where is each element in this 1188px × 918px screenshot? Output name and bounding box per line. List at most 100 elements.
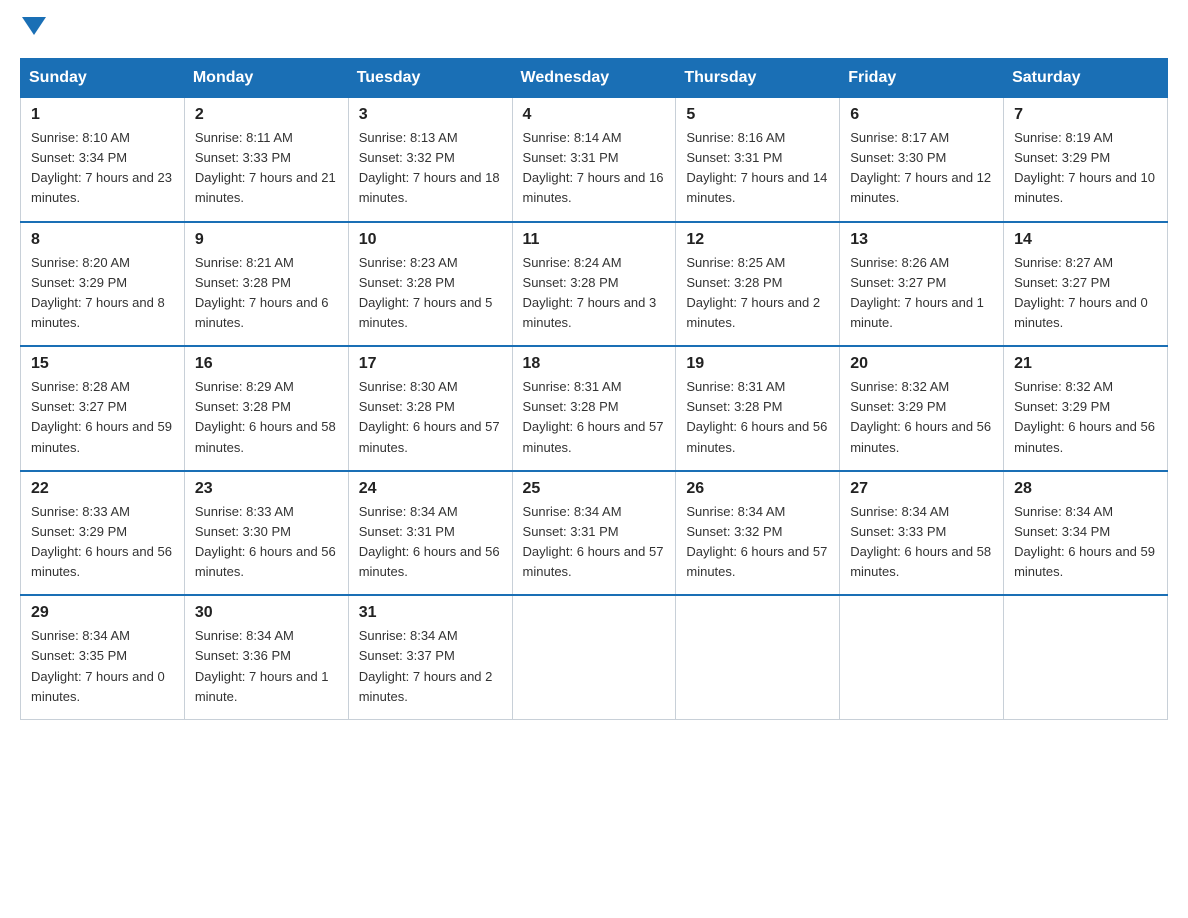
days-of-week-row: SundayMondayTuesdayWednesdayThursdayFrid… <box>21 59 1168 98</box>
day-info: Sunrise: 8:34 AMSunset: 3:33 PMDaylight:… <box>850 504 991 579</box>
day-number: 16 <box>195 355 338 373</box>
day-info: Sunrise: 8:28 AMSunset: 3:27 PMDaylight:… <box>31 379 172 454</box>
calendar-header: SundayMondayTuesdayWednesdayThursdayFrid… <box>21 59 1168 98</box>
day-number: 8 <box>31 231 174 249</box>
calendar-day-cell: 20 Sunrise: 8:32 AMSunset: 3:29 PMDaylig… <box>840 346 1004 471</box>
day-info: Sunrise: 8:24 AMSunset: 3:28 PMDaylight:… <box>523 255 657 330</box>
day-number: 26 <box>686 480 829 498</box>
day-number: 24 <box>359 480 502 498</box>
day-info: Sunrise: 8:31 AMSunset: 3:28 PMDaylight:… <box>523 379 664 454</box>
calendar-week-row: 1 Sunrise: 8:10 AMSunset: 3:34 PMDayligh… <box>21 98 1168 222</box>
day-number: 13 <box>850 231 993 249</box>
day-info: Sunrise: 8:26 AMSunset: 3:27 PMDaylight:… <box>850 255 984 330</box>
day-number: 25 <box>523 480 666 498</box>
day-info: Sunrise: 8:31 AMSunset: 3:28 PMDaylight:… <box>686 379 827 454</box>
day-number: 29 <box>31 604 174 622</box>
calendar-day-cell: 31 Sunrise: 8:34 AMSunset: 3:37 PMDaylig… <box>348 595 512 719</box>
day-number: 20 <box>850 355 993 373</box>
calendar-day-cell: 26 Sunrise: 8:34 AMSunset: 3:32 PMDaylig… <box>676 471 840 596</box>
day-info: Sunrise: 8:20 AMSunset: 3:29 PMDaylight:… <box>31 255 165 330</box>
calendar-day-cell: 6 Sunrise: 8:17 AMSunset: 3:30 PMDayligh… <box>840 98 1004 222</box>
day-info: Sunrise: 8:34 AMSunset: 3:31 PMDaylight:… <box>523 504 664 579</box>
day-info: Sunrise: 8:34 AMSunset: 3:32 PMDaylight:… <box>686 504 827 579</box>
calendar-day-cell: 21 Sunrise: 8:32 AMSunset: 3:29 PMDaylig… <box>1004 346 1168 471</box>
calendar-day-cell: 18 Sunrise: 8:31 AMSunset: 3:28 PMDaylig… <box>512 346 676 471</box>
day-number: 28 <box>1014 480 1157 498</box>
calendar-day-cell: 5 Sunrise: 8:16 AMSunset: 3:31 PMDayligh… <box>676 98 840 222</box>
day-number: 10 <box>359 231 502 249</box>
day-info: Sunrise: 8:11 AMSunset: 3:33 PMDaylight:… <box>195 130 336 205</box>
day-info: Sunrise: 8:32 AMSunset: 3:29 PMDaylight:… <box>1014 379 1155 454</box>
day-info: Sunrise: 8:33 AMSunset: 3:29 PMDaylight:… <box>31 504 172 579</box>
calendar-day-cell: 17 Sunrise: 8:30 AMSunset: 3:28 PMDaylig… <box>348 346 512 471</box>
day-number: 7 <box>1014 106 1157 124</box>
calendar-day-cell: 16 Sunrise: 8:29 AMSunset: 3:28 PMDaylig… <box>184 346 348 471</box>
calendar-day-cell: 23 Sunrise: 8:33 AMSunset: 3:30 PMDaylig… <box>184 471 348 596</box>
day-number: 21 <box>1014 355 1157 373</box>
day-of-week-header: Sunday <box>21 59 185 98</box>
calendar-day-cell <box>512 595 676 719</box>
calendar-day-cell: 8 Sunrise: 8:20 AMSunset: 3:29 PMDayligh… <box>21 222 185 347</box>
day-number: 19 <box>686 355 829 373</box>
day-info: Sunrise: 8:19 AMSunset: 3:29 PMDaylight:… <box>1014 130 1155 205</box>
day-info: Sunrise: 8:34 AMSunset: 3:34 PMDaylight:… <box>1014 504 1155 579</box>
calendar-day-cell: 3 Sunrise: 8:13 AMSunset: 3:32 PMDayligh… <box>348 98 512 222</box>
day-number: 9 <box>195 231 338 249</box>
day-number: 27 <box>850 480 993 498</box>
calendar-day-cell: 11 Sunrise: 8:24 AMSunset: 3:28 PMDaylig… <box>512 222 676 347</box>
day-info: Sunrise: 8:34 AMSunset: 3:36 PMDaylight:… <box>195 628 329 703</box>
day-info: Sunrise: 8:34 AMSunset: 3:35 PMDaylight:… <box>31 628 165 703</box>
calendar-table: SundayMondayTuesdayWednesdayThursdayFrid… <box>20 58 1168 720</box>
day-number: 17 <box>359 355 502 373</box>
calendar-body: 1 Sunrise: 8:10 AMSunset: 3:34 PMDayligh… <box>21 98 1168 720</box>
calendar-day-cell <box>676 595 840 719</box>
day-of-week-header: Tuesday <box>348 59 512 98</box>
day-number: 3 <box>359 106 502 124</box>
calendar-day-cell: 4 Sunrise: 8:14 AMSunset: 3:31 PMDayligh… <box>512 98 676 222</box>
calendar-day-cell: 15 Sunrise: 8:28 AMSunset: 3:27 PMDaylig… <box>21 346 185 471</box>
day-info: Sunrise: 8:32 AMSunset: 3:29 PMDaylight:… <box>850 379 991 454</box>
day-number: 23 <box>195 480 338 498</box>
calendar-week-row: 29 Sunrise: 8:34 AMSunset: 3:35 PMDaylig… <box>21 595 1168 719</box>
day-info: Sunrise: 8:27 AMSunset: 3:27 PMDaylight:… <box>1014 255 1148 330</box>
calendar-day-cell: 27 Sunrise: 8:34 AMSunset: 3:33 PMDaylig… <box>840 471 1004 596</box>
calendar-week-row: 8 Sunrise: 8:20 AMSunset: 3:29 PMDayligh… <box>21 222 1168 347</box>
day-of-week-header: Saturday <box>1004 59 1168 98</box>
calendar-week-row: 22 Sunrise: 8:33 AMSunset: 3:29 PMDaylig… <box>21 471 1168 596</box>
logo-triangle-icon <box>22 17 46 35</box>
day-number: 11 <box>523 231 666 249</box>
day-number: 5 <box>686 106 829 124</box>
day-info: Sunrise: 8:25 AMSunset: 3:28 PMDaylight:… <box>686 255 820 330</box>
calendar-day-cell: 14 Sunrise: 8:27 AMSunset: 3:27 PMDaylig… <box>1004 222 1168 347</box>
day-of-week-header: Wednesday <box>512 59 676 98</box>
calendar-day-cell <box>840 595 1004 719</box>
day-number: 14 <box>1014 231 1157 249</box>
day-info: Sunrise: 8:10 AMSunset: 3:34 PMDaylight:… <box>31 130 172 205</box>
day-number: 4 <box>523 106 666 124</box>
calendar-day-cell <box>1004 595 1168 719</box>
day-number: 31 <box>359 604 502 622</box>
day-number: 15 <box>31 355 174 373</box>
day-info: Sunrise: 8:17 AMSunset: 3:30 PMDaylight:… <box>850 130 991 205</box>
day-of-week-header: Friday <box>840 59 1004 98</box>
calendar-day-cell: 7 Sunrise: 8:19 AMSunset: 3:29 PMDayligh… <box>1004 98 1168 222</box>
day-info: Sunrise: 8:29 AMSunset: 3:28 PMDaylight:… <box>195 379 336 454</box>
day-info: Sunrise: 8:21 AMSunset: 3:28 PMDaylight:… <box>195 255 329 330</box>
day-info: Sunrise: 8:34 AMSunset: 3:31 PMDaylight:… <box>359 504 500 579</box>
day-info: Sunrise: 8:33 AMSunset: 3:30 PMDaylight:… <box>195 504 336 579</box>
day-of-week-header: Thursday <box>676 59 840 98</box>
calendar-day-cell: 30 Sunrise: 8:34 AMSunset: 3:36 PMDaylig… <box>184 595 348 719</box>
calendar-day-cell: 28 Sunrise: 8:34 AMSunset: 3:34 PMDaylig… <box>1004 471 1168 596</box>
day-number: 22 <box>31 480 174 498</box>
day-number: 18 <box>523 355 666 373</box>
day-info: Sunrise: 8:14 AMSunset: 3:31 PMDaylight:… <box>523 130 664 205</box>
day-number: 1 <box>31 106 174 124</box>
calendar-day-cell: 1 Sunrise: 8:10 AMSunset: 3:34 PMDayligh… <box>21 98 185 222</box>
day-of-week-header: Monday <box>184 59 348 98</box>
day-number: 30 <box>195 604 338 622</box>
calendar-day-cell: 9 Sunrise: 8:21 AMSunset: 3:28 PMDayligh… <box>184 222 348 347</box>
day-info: Sunrise: 8:13 AMSunset: 3:32 PMDaylight:… <box>359 130 500 205</box>
calendar-day-cell: 22 Sunrise: 8:33 AMSunset: 3:29 PMDaylig… <box>21 471 185 596</box>
day-info: Sunrise: 8:23 AMSunset: 3:28 PMDaylight:… <box>359 255 493 330</box>
calendar-day-cell: 13 Sunrise: 8:26 AMSunset: 3:27 PMDaylig… <box>840 222 1004 347</box>
